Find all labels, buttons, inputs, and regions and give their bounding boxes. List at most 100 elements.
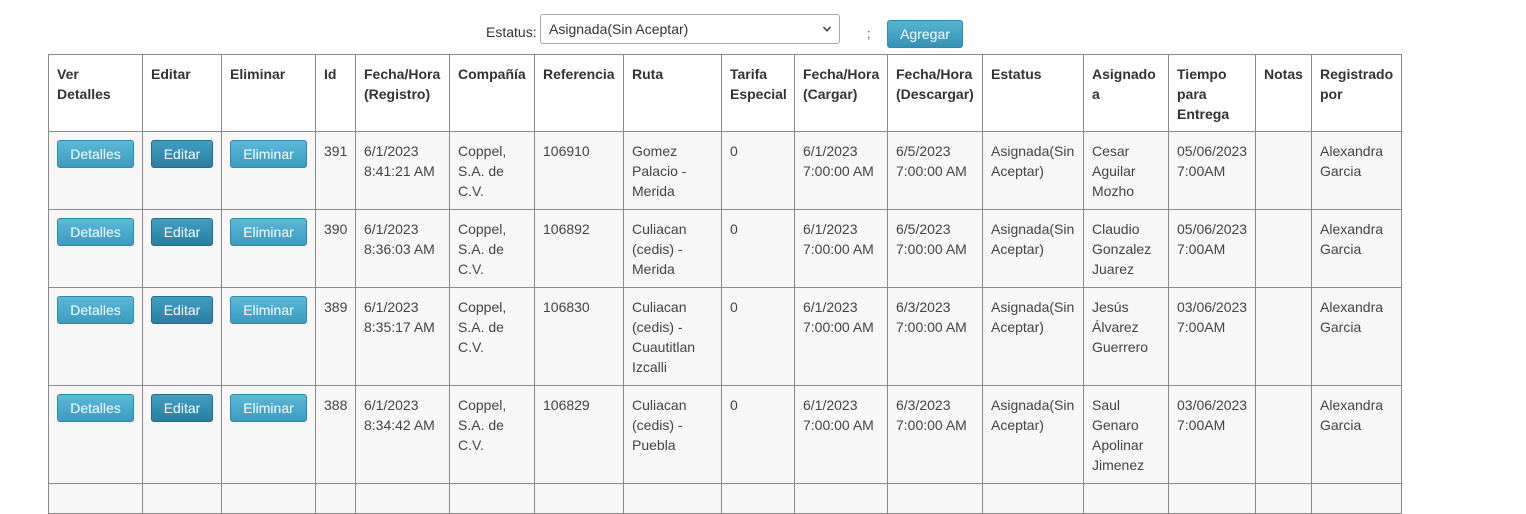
column-header: Eliminar bbox=[221, 54, 316, 132]
edit-button[interactable]: Editar bbox=[151, 218, 213, 246]
empty-cell bbox=[721, 483, 795, 514]
column-header: Registrado por bbox=[1311, 54, 1402, 132]
action-cell: Detalles bbox=[48, 287, 143, 386]
empty-cell bbox=[355, 483, 450, 514]
status-filter-bar: Estatus: Asignada(Sin Aceptar) ; Agregar bbox=[0, 14, 1526, 48]
cell-tiempo: 03/06/2023 7:00AM bbox=[1168, 385, 1256, 484]
empty-cell bbox=[48, 483, 143, 514]
cell-estatus: Asignada(Sin Aceptar) bbox=[982, 131, 1084, 210]
cell-tarifa: 0 bbox=[721, 209, 795, 288]
cell-tiempo: 03/06/2023 7:00AM bbox=[1168, 287, 1256, 386]
column-header: Compañía bbox=[449, 54, 535, 132]
cell-ruta: Culiacan (cedis) - Puebla bbox=[623, 385, 722, 484]
details-button[interactable]: Detalles bbox=[57, 140, 134, 168]
action-cell: Eliminar bbox=[221, 287, 316, 386]
edit-button[interactable]: Editar bbox=[151, 140, 213, 168]
action-cell: Detalles bbox=[48, 209, 143, 288]
delete-button[interactable]: Eliminar bbox=[230, 218, 307, 246]
column-header: Asignado a bbox=[1083, 54, 1169, 132]
cell-compania: Coppel, S.A. de C.V. bbox=[449, 385, 535, 484]
cell-ruta: Culiacan (cedis) - Cuautitlan Izcalli bbox=[623, 287, 722, 386]
cell-id: 391 bbox=[315, 131, 356, 210]
cell-id: 389 bbox=[315, 287, 356, 386]
delete-button[interactable]: Eliminar bbox=[230, 296, 307, 324]
cell-estatus: Asignada(Sin Aceptar) bbox=[982, 209, 1084, 288]
column-header: Notas bbox=[1255, 54, 1312, 132]
empty-cell bbox=[1255, 483, 1312, 514]
add-button[interactable]: Agregar bbox=[887, 20, 963, 48]
table-row: Detalles Editar Eliminar 391 6/1/2023 8:41:2… bbox=[48, 131, 1402, 210]
chevron-down-icon bbox=[823, 26, 831, 32]
empty-cell bbox=[794, 483, 888, 514]
column-header: Fecha/Hora (Descargar) bbox=[887, 54, 983, 132]
empty-cell bbox=[623, 483, 722, 514]
cell-descargar: 6/5/2023 7:00:00 AM bbox=[887, 131, 983, 210]
action-cell: Editar bbox=[142, 131, 222, 210]
cell-asignado: Jesús Álvarez Guerrero bbox=[1083, 287, 1169, 386]
delete-button[interactable]: Eliminar bbox=[230, 394, 307, 422]
cell-id: 388 bbox=[315, 385, 356, 484]
cell-tarifa: 0 bbox=[721, 385, 795, 484]
empty-cell bbox=[315, 483, 356, 514]
cell-compania: Coppel, S.A. de C.V. bbox=[449, 131, 535, 210]
action-cell: Editar bbox=[142, 209, 222, 288]
cell-cargar: 6/1/2023 7:00:00 AM bbox=[794, 287, 888, 386]
status-filter-label: Estatus: bbox=[486, 24, 537, 40]
edit-button[interactable]: Editar bbox=[151, 296, 213, 324]
table-row bbox=[48, 483, 1402, 514]
column-header: Fecha/Hora (Cargar) bbox=[794, 54, 888, 132]
column-header: Tiempo para Entrega bbox=[1168, 54, 1256, 132]
cell-asignado: Claudio Gonzalez Juarez bbox=[1083, 209, 1169, 288]
column-header: Ruta bbox=[623, 54, 722, 132]
action-cell: Detalles bbox=[48, 131, 143, 210]
cell-referencia: 106892 bbox=[534, 209, 624, 288]
details-button[interactable]: Detalles bbox=[57, 218, 134, 246]
action-cell: Detalles bbox=[48, 385, 143, 484]
status-select-value: Asignada(Sin Aceptar) bbox=[549, 21, 689, 37]
cell-estatus: Asignada(Sin Aceptar) bbox=[982, 287, 1084, 386]
cell-estatus: Asignada(Sin Aceptar) bbox=[982, 385, 1084, 484]
column-header: Estatus bbox=[982, 54, 1084, 132]
status-select[interactable]: Asignada(Sin Aceptar) bbox=[540, 14, 840, 44]
cell-notas bbox=[1255, 209, 1312, 288]
separator-text: ; bbox=[867, 26, 871, 41]
cell-tarifa: 0 bbox=[721, 287, 795, 386]
details-button[interactable]: Detalles bbox=[57, 296, 134, 324]
action-cell: Eliminar bbox=[221, 131, 316, 210]
empty-cell bbox=[1311, 483, 1402, 514]
table-row: Detalles Editar Eliminar 390 6/1/2023 8:36:0… bbox=[48, 209, 1402, 288]
action-cell: Eliminar bbox=[221, 385, 316, 484]
cell-registro: 6/1/2023 8:35:17 AM bbox=[355, 287, 450, 386]
column-header: Referencia bbox=[534, 54, 624, 132]
cell-cargar: 6/1/2023 7:00:00 AM bbox=[794, 131, 888, 210]
cell-cargar: 6/1/2023 7:00:00 AM bbox=[794, 209, 888, 288]
cell-notas bbox=[1255, 131, 1312, 210]
cell-registro: 6/1/2023 8:34:42 AM bbox=[355, 385, 450, 484]
cell-registrado: Alexandra Garcia bbox=[1311, 385, 1402, 484]
action-cell: Editar bbox=[142, 287, 222, 386]
edit-button[interactable]: Editar bbox=[151, 394, 213, 422]
cell-ruta: Gomez Palacio - Merida bbox=[623, 131, 722, 210]
cell-tiempo: 05/06/2023 7:00AM bbox=[1168, 209, 1256, 288]
cell-referencia: 106910 bbox=[534, 131, 624, 210]
cell-descargar: 6/5/2023 7:00:00 AM bbox=[887, 209, 983, 288]
cell-registrado: Alexandra Garcia bbox=[1311, 131, 1402, 210]
empty-cell bbox=[449, 483, 535, 514]
table-row: Detalles Editar Eliminar 389 6/1/2023 8:35:1… bbox=[48, 287, 1402, 386]
column-header: Ver Detalles bbox=[48, 54, 143, 132]
cell-descargar: 6/3/2023 7:00:00 AM bbox=[887, 287, 983, 386]
cell-registro: 6/1/2023 8:36:03 AM bbox=[355, 209, 450, 288]
cell-cargar: 6/1/2023 7:00:00 AM bbox=[794, 385, 888, 484]
cell-compania: Coppel, S.A. de C.V. bbox=[449, 287, 535, 386]
cell-registrado: Alexandra Garcia bbox=[1311, 209, 1402, 288]
details-button[interactable]: Detalles bbox=[57, 394, 134, 422]
empty-cell bbox=[1168, 483, 1256, 514]
empty-cell bbox=[221, 483, 316, 514]
table-body: Detalles Editar Eliminar 391 6/1/2023 8:41:2… bbox=[48, 131, 1402, 514]
delete-button[interactable]: Eliminar bbox=[230, 140, 307, 168]
column-header: Editar bbox=[142, 54, 222, 132]
column-header: Tarifa Especial bbox=[721, 54, 795, 132]
empty-cell bbox=[534, 483, 624, 514]
cell-registro: 6/1/2023 8:41:21 AM bbox=[355, 131, 450, 210]
cell-asignado: Cesar Aguilar Mozho bbox=[1083, 131, 1169, 210]
